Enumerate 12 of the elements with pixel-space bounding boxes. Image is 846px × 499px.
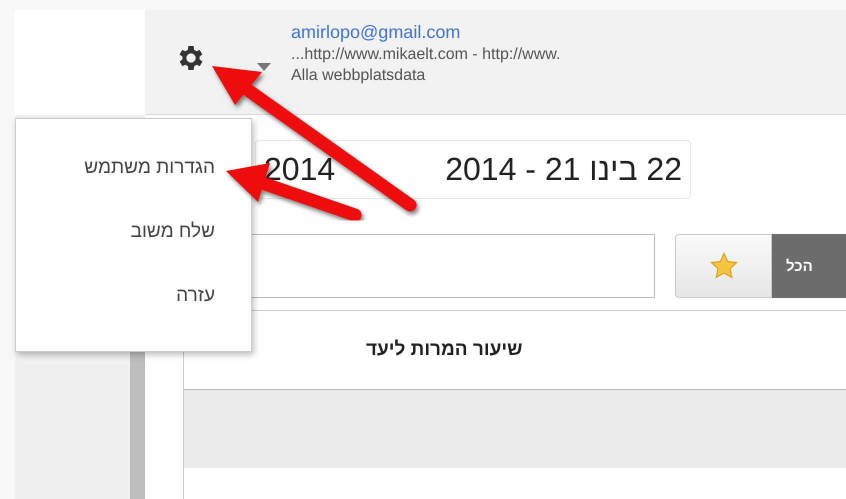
- menu-item[interactable]: עזרה: [176, 285, 215, 307]
- caret-icon[interactable]: [257, 62, 271, 72]
- star-button[interactable]: [675, 234, 772, 298]
- account-email: amirlopo@gmail.com: [291, 22, 462, 43]
- menu-item[interactable]: שלח משוב: [130, 221, 215, 243]
- property-name: ...http://www.mikaelt.com - http://www.: [291, 46, 560, 64]
- date-end: 22 בינו 21 - 2014: [445, 151, 682, 188]
- view-name: Alla webbplatsdata: [291, 67, 426, 85]
- star-icon: [708, 251, 738, 281]
- menu-item[interactable]: הגדרות משתמש: [84, 157, 215, 179]
- segment-button[interactable]: הכל: [772, 234, 846, 298]
- panel-title: שיעור המרות ליעד: [366, 339, 522, 361]
